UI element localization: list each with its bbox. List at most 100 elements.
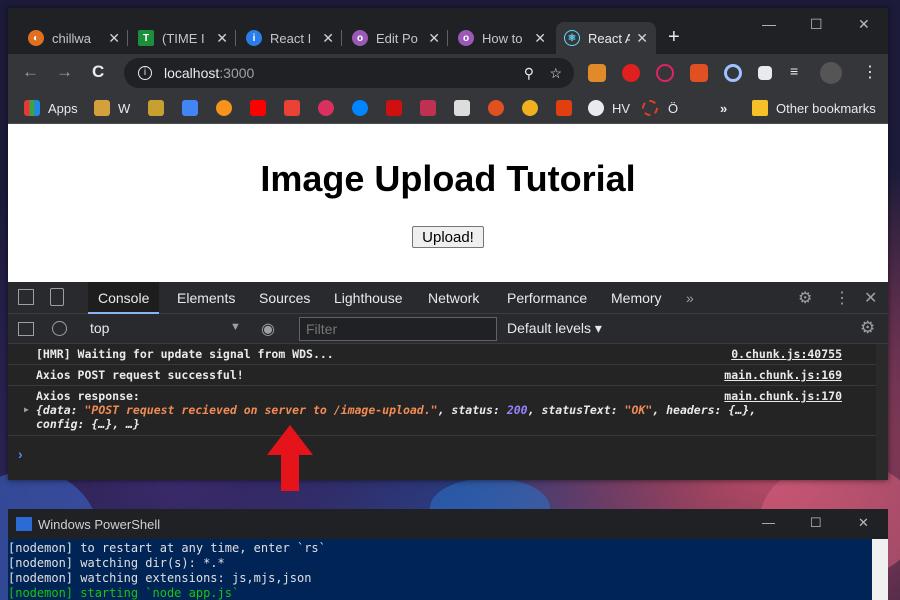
tab-console[interactable]: Console	[88, 282, 160, 314]
chevron-down-icon[interactable]: ▼	[230, 321, 241, 333]
tab-edit-post[interactable]: o Edit Po ✕	[344, 22, 448, 54]
youtube-icon[interactable]	[250, 100, 266, 116]
scrollbar[interactable]	[872, 539, 888, 600]
log-source-link[interactable]: main.chunk.js:170	[724, 389, 842, 403]
device-toolbar-icon[interactable]	[50, 288, 64, 306]
bookmark-label: Other bookmarks	[776, 100, 876, 116]
upload-button[interactable]: Upload!	[412, 226, 484, 248]
menu-icon[interactable]: ⋮	[862, 62, 878, 82]
bookmark-favicon-icon[interactable]	[420, 100, 436, 116]
tab-elements[interactable]: Elements	[167, 282, 245, 314]
tab-label: React A	[588, 30, 631, 46]
menu-icon[interactable]: ⋮	[834, 288, 850, 308]
maximize-button[interactable]: ☐	[810, 515, 822, 531]
tab-lighthouse[interactable]: Lighthouse	[324, 282, 413, 314]
tab-time[interactable]: T (TIME I ✕	[130, 22, 236, 54]
extension-icon[interactable]	[724, 64, 742, 82]
log-entry: [HMR] Waiting for update signal from WDS…	[8, 344, 888, 365]
puzzle-icon[interactable]	[758, 66, 772, 80]
close-icon[interactable]: ✕	[534, 30, 546, 47]
eye-icon[interactable]: ◉	[261, 319, 275, 339]
terminal-output[interactable]: [nodemon] to restart at any time, enter …	[8, 539, 888, 600]
bookmark-favicon-icon[interactable]	[488, 100, 504, 116]
close-icon[interactable]: ✕	[864, 288, 877, 308]
close-icon[interactable]: ✕	[636, 30, 648, 47]
sidebar-toggle-icon[interactable]	[18, 322, 34, 336]
close-icon[interactable]: ✕	[216, 30, 228, 47]
extension-icon[interactable]	[588, 64, 606, 82]
extension-icon[interactable]	[656, 64, 674, 82]
site-favicon-icon: o	[458, 30, 474, 46]
scrollbar[interactable]	[876, 344, 888, 480]
terminal-line: [nodemon] watching dir(s): *.*	[8, 556, 225, 570]
extension-icon[interactable]	[622, 64, 640, 82]
bookmark-o[interactable]: Ö	[642, 99, 678, 117]
zoom-icon[interactable]: ⚲	[524, 65, 534, 82]
address-bar[interactable]: i localhost:3000 ⚲ ☆	[124, 58, 574, 88]
terminal-line: [nodemon] watching extensions: js,mjs,js…	[8, 571, 312, 585]
avatar[interactable]	[820, 62, 842, 84]
clear-console-icon[interactable]	[52, 321, 67, 336]
minimize-button[interactable]: —	[762, 16, 776, 32]
messenger-icon[interactable]	[352, 100, 368, 116]
reload-button[interactable]: C	[92, 62, 104, 82]
bookmarks-overflow-button[interactable]: »	[720, 99, 727, 117]
bookmark-hv[interactable]: HV	[588, 99, 630, 117]
bookmark-favicon-icon[interactable]	[182, 100, 198, 116]
powershell-titlebar: Windows PowerShell — ☐ ✕	[8, 509, 888, 539]
bookmark-w[interactable]: W	[94, 99, 130, 117]
bookmark-apps[interactable]: Apps	[24, 99, 78, 117]
filter-input[interactable]	[299, 317, 497, 341]
back-button[interactable]: ←	[22, 62, 39, 82]
extension-icon[interactable]	[690, 64, 708, 82]
tab-label: Edit Po	[376, 30, 418, 46]
tab-label: React I	[270, 30, 312, 46]
tab-memory[interactable]: Memory	[601, 282, 672, 314]
tab-network[interactable]: Network	[418, 282, 489, 314]
new-tab-button[interactable]: +	[668, 26, 680, 49]
settings-gear-icon[interactable]: ⚙	[798, 288, 812, 308]
tab-react-i[interactable]: i React I ✕	[238, 22, 342, 54]
bookmark-favicon-icon[interactable]	[386, 100, 402, 116]
settings-gear-icon[interactable]: ⚙	[860, 318, 875, 338]
bookmark-favicon-icon[interactable]	[148, 100, 164, 116]
close-icon[interactable]: ✕	[322, 30, 334, 47]
console-prompt[interactable]: ›	[18, 446, 23, 462]
address-port: :3000	[219, 65, 255, 81]
site-favicon-icon: ◐	[28, 30, 44, 46]
expand-triangle-icon[interactable]: ▶	[24, 405, 29, 414]
tab-react-app[interactable]: ⚛ React A ✕	[556, 22, 656, 54]
bookmark-favicon-icon[interactable]	[522, 100, 538, 116]
tab-label: chillwa	[52, 30, 92, 46]
close-window-button[interactable]: ✕	[858, 16, 870, 33]
browser-toolbar: ← → C i localhost:3000 ⚲ ☆ ≡ ⋮	[8, 54, 888, 92]
minimize-button[interactable]: —	[762, 515, 775, 530]
close-window-button[interactable]: ✕	[858, 515, 869, 531]
media-queue-icon[interactable]: ≡	[790, 63, 798, 79]
gmail-icon[interactable]	[284, 100, 300, 116]
log-source-link[interactable]: main.chunk.js:169	[724, 368, 842, 382]
info-icon[interactable]: i	[138, 66, 152, 80]
log-source-link[interactable]: 0.chunk.js:40755	[731, 347, 842, 361]
tab-chillwave[interactable]: ◐ chillwa ✕	[20, 22, 128, 54]
tab-how-to[interactable]: o How to ✕	[450, 22, 554, 54]
close-icon[interactable]: ✕	[108, 30, 120, 47]
levels-dropdown[interactable]: Default levels ▾	[507, 320, 602, 337]
tab-sources[interactable]: Sources	[249, 282, 320, 314]
object-string: "OK"	[624, 403, 653, 417]
response-object[interactable]: ▶ {data: "POST request recieved on serve…	[24, 403, 838, 431]
maximize-button[interactable]: ☐	[810, 16, 823, 33]
more-tabs-button[interactable]: »	[676, 282, 704, 314]
context-selector[interactable]: top	[90, 320, 109, 336]
bookmark-favicon-icon[interactable]	[556, 100, 572, 116]
tab-performance[interactable]: Performance	[497, 282, 597, 314]
object-string: "POST request recieved on server to /ima…	[84, 403, 438, 417]
bookmark-star-icon[interactable]: ☆	[549, 65, 562, 82]
close-icon[interactable]: ✕	[428, 30, 440, 47]
bookmark-favicon-icon[interactable]	[318, 100, 334, 116]
other-bookmarks[interactable]: Other bookmarks	[752, 99, 876, 117]
forward-button[interactable]: →	[56, 62, 73, 82]
inspect-icon[interactable]	[18, 289, 34, 305]
bitcoin-icon[interactable]	[216, 100, 232, 116]
bookmark-favicon-icon[interactable]	[454, 100, 470, 116]
